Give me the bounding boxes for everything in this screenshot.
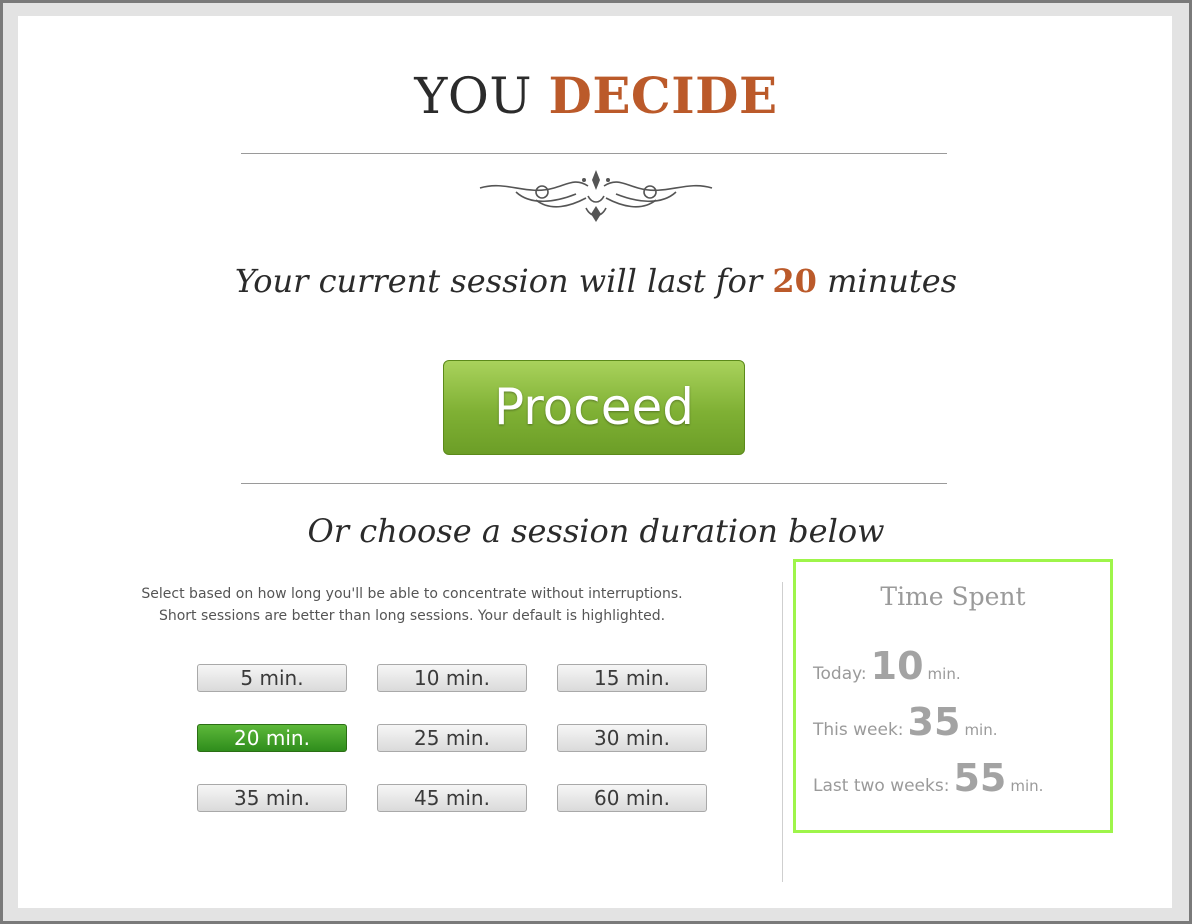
session-minutes: 20	[772, 262, 817, 300]
flourish-ornament-icon	[479, 170, 713, 222]
stat-value: 55	[953, 756, 1007, 800]
current-session-text: Your current session will last for 20 mi…	[0, 262, 1192, 300]
duration-20-button[interactable]: 20 min.	[197, 724, 347, 752]
stat-value: 10	[870, 644, 924, 688]
duration-30-button[interactable]: 30 min.	[557, 724, 707, 752]
duration-10-button[interactable]: 10 min.	[377, 664, 527, 692]
duration-45-button[interactable]: 45 min.	[377, 784, 527, 812]
top-divider	[241, 153, 947, 154]
stat-unit: min.	[964, 721, 998, 739]
title-plain: YOU	[414, 67, 533, 125]
page-title: YOU DECIDE	[0, 66, 1192, 126]
stat-value: 35	[907, 700, 961, 744]
vertical-divider	[782, 582, 783, 882]
duration-15-button[interactable]: 15 min.	[557, 664, 707, 692]
session-prefix: Your current session will last for	[234, 262, 763, 300]
stat-unit: min.	[927, 665, 961, 683]
duration-25-button[interactable]: 25 min.	[377, 724, 527, 752]
stat-this-week: This week: 35 min.	[813, 700, 998, 744]
session-suffix: minutes	[827, 262, 958, 300]
middle-divider	[241, 483, 947, 484]
stat-label: Today:	[813, 664, 867, 684]
hint-line-2: Short sessions are better than long sess…	[158, 608, 666, 624]
stat-label: Last two weeks:	[813, 776, 950, 796]
stat-label: This week:	[813, 720, 904, 740]
stat-last-two-weeks: Last two weeks: 55 min.	[813, 756, 1043, 800]
duration-5-button[interactable]: 5 min.	[197, 664, 347, 692]
choose-duration-heading: Or choose a session duration below	[307, 512, 885, 550]
duration-60-button[interactable]: 60 min.	[557, 784, 707, 812]
stat-unit: min.	[1010, 777, 1044, 795]
time-spent-title: Time Spent	[880, 582, 1026, 611]
time-spent-panel: Time Spent Today: 10 min. This week: 35 min.…	[793, 559, 1113, 833]
hint-line-1: Select based on how long you'll be able …	[141, 586, 683, 602]
title-accent: DECIDE	[548, 66, 778, 125]
stat-today: Today: 10 min.	[813, 644, 961, 688]
proceed-button[interactable]: Proceed	[443, 360, 745, 455]
duration-35-button[interactable]: 35 min.	[197, 784, 347, 812]
